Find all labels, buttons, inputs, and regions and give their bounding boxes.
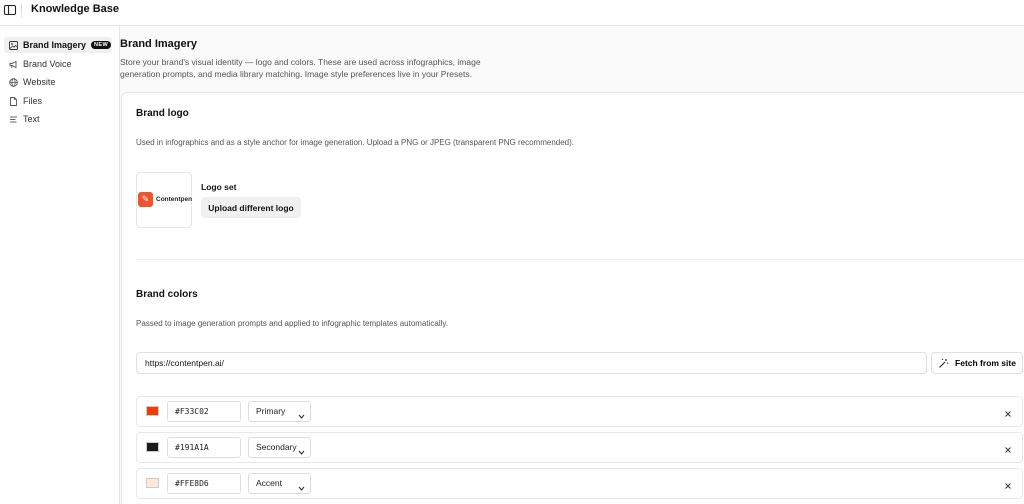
sidebar-toggle-icon[interactable] (3, 3, 17, 17)
logo-preview[interactable]: ✎ Contentpen (136, 172, 192, 228)
chevron-down-icon (298, 444, 305, 455)
hex-input[interactable]: #F33C02 (167, 401, 241, 422)
logo-wordmark: Contentpen (156, 196, 193, 203)
brand-logo-heading: Brand logo (136, 108, 189, 119)
role-value: Accent (256, 478, 282, 488)
color-row: #191A1A Secondary (136, 432, 1023, 463)
chevron-down-icon (298, 480, 305, 491)
role-value: Secondary (256, 442, 297, 452)
topbar-divider (21, 4, 22, 17)
hex-input[interactable]: #191A1A (167, 437, 241, 458)
brand-colors-description: Passed to image generation prompts and a… (136, 319, 449, 328)
color-role-select[interactable]: Secondary (248, 437, 311, 458)
file-icon (9, 96, 18, 106)
app-title: Knowledge Base (31, 3, 120, 15)
brand-colors-heading: Brand colors (136, 289, 198, 300)
sidebar-item-text[interactable]: Text (4, 111, 112, 127)
chevron-down-icon (298, 408, 305, 419)
section-divider (136, 259, 1024, 260)
upload-logo-button[interactable]: Upload different logo (201, 197, 301, 218)
close-icon[interactable] (1003, 442, 1013, 453)
color-swatch[interactable] (146, 478, 159, 488)
brand-logo-description: Used in infographics and as a style anch… (136, 138, 574, 147)
sidebar-item-label: Website (23, 77, 56, 87)
color-swatch[interactable] (146, 442, 159, 452)
sidebar-item-brand-voice[interactable]: Brand Voice (4, 56, 112, 72)
page-description: Store your brand's visual identity — log… (120, 57, 481, 79)
magic-wand-icon (938, 358, 949, 369)
fetch-from-site-button[interactable]: Fetch from site (931, 352, 1023, 374)
close-icon[interactable] (1003, 406, 1013, 417)
color-swatch[interactable] (146, 406, 159, 416)
website-url-input[interactable] (136, 352, 927, 374)
text-icon (9, 115, 18, 124)
color-row: #FFE8D6 Accent (136, 468, 1023, 499)
hex-input[interactable]: #FFE8D6 (167, 473, 241, 494)
sidebar: Brand Imagery NEW Brand Voice Website Fi… (0, 26, 120, 504)
fetch-button-label: Fetch from site (955, 358, 1016, 368)
color-role-select[interactable]: Accent (248, 473, 311, 494)
sidebar-item-files[interactable]: Files (4, 93, 112, 109)
top-bar: Knowledge Base (0, 0, 1024, 26)
logo-status: Logo set (201, 182, 237, 192)
image-icon (9, 40, 18, 50)
close-icon[interactable] (1003, 478, 1013, 489)
brand-imagery-card: Brand logo Used in infographics and as a… (121, 92, 1024, 504)
megaphone-icon (9, 60, 18, 69)
color-role-select[interactable]: Primary (248, 401, 311, 422)
sidebar-item-label: Text (23, 114, 40, 124)
role-value: Primary (256, 406, 286, 416)
sidebar-item-website[interactable]: Website (4, 74, 112, 90)
logo-mark-icon: ✎ (138, 192, 153, 207)
new-badge: NEW (91, 41, 112, 49)
sidebar-item-label: Files (23, 96, 43, 106)
globe-icon (9, 77, 18, 87)
main-content: Brand Imagery Store your brand's visual … (120, 26, 1024, 504)
sidebar-item-brand-imagery[interactable]: Brand Imagery NEW (4, 37, 112, 53)
page-title: Brand Imagery (120, 38, 198, 50)
sidebar-item-label: Brand Imagery (23, 40, 87, 50)
color-row: #F33C02 Primary (136, 396, 1023, 427)
sidebar-item-label: Brand Voice (23, 59, 72, 69)
